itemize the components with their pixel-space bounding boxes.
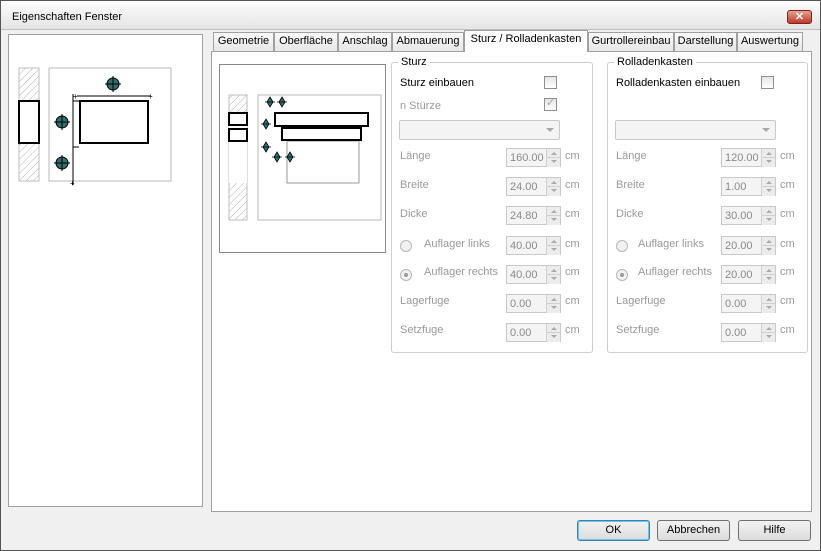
sturz-auflager-rechts-radio[interactable] — [400, 269, 412, 281]
ok-button[interactable]: OK — [577, 520, 650, 541]
rk-lagerfuge-unit: cm — [780, 295, 795, 307]
sturz-section-1 — [228, 112, 248, 126]
sturz-auflager-links-radio[interactable] — [400, 240, 412, 252]
rk-dicke-spinner[interactable]: 30.00 — [721, 206, 776, 225]
rk-auflager-links-label: Auflager links — [638, 238, 705, 250]
rk-auflager-links-spinner[interactable]: 20.00 — [721, 236, 776, 255]
sturz-setzfuge-unit: cm — [565, 324, 580, 336]
rk-breite-spinner[interactable]: 1.00 — [721, 177, 776, 196]
sturz-laenge-spinner[interactable]: 160.00 — [506, 148, 561, 167]
sturz-breite-label: Breite — [400, 179, 429, 191]
cancel-button[interactable]: Abbrechen — [657, 520, 730, 541]
sturz-auflager-links-unit: cm — [565, 238, 580, 250]
tab-geometrie[interactable]: Geometrie — [213, 32, 274, 51]
section-preview-panel — [219, 64, 386, 253]
sturz-breite-spinner[interactable]: 24.00 — [506, 177, 561, 196]
n-sturze-checkbox[interactable] — [544, 96, 557, 111]
n-sturze-label: n Stürze — [400, 100, 441, 112]
sturz-laenge-unit: cm — [565, 150, 580, 162]
rolladenkasten-group-title: Rolladenkasten — [614, 56, 696, 68]
sturz-setzfuge-spinner[interactable]: 0.00 — [506, 323, 561, 342]
svg-text:+: + — [148, 92, 153, 101]
title-bar: Eigenschaften Fenster ✕ — [1, 1, 820, 30]
chevron-down-icon — [762, 128, 770, 132]
rk-breite-unit: cm — [780, 179, 795, 191]
svg-text:+: + — [70, 179, 75, 188]
tab-gurtrollereinbau[interactable]: Gurtrollereinbau — [588, 32, 674, 51]
rk-dicke-unit: cm — [780, 208, 795, 220]
svg-text:+: + — [73, 92, 78, 101]
help-button[interactable]: Hilfe — [738, 520, 811, 541]
rk-setzfuge-label: Setzfuge — [616, 324, 660, 336]
rk-auflager-rechts-spinner[interactable]: 20.00 — [721, 265, 776, 284]
rk-lagerfuge-spinner[interactable]: 0.00 — [721, 294, 776, 313]
sturz-lagerfuge-unit: cm — [565, 295, 580, 307]
sturz-auflager-rechts-spinner[interactable]: 40.00 — [506, 265, 561, 284]
window-preview-drawing: + + + — [18, 67, 172, 188]
sturz-einbauen-label: Sturz einbauen — [400, 77, 474, 89]
rolladenkasten-type-combobox[interactable] — [615, 120, 776, 140]
sturz-laenge-label: Länge — [400, 150, 431, 162]
sturz-setzfuge-label: Setzfuge — [400, 324, 444, 336]
rolladenkasten-einbauen-checkbox[interactable] — [761, 76, 774, 89]
rk-laenge-label: Länge — [616, 150, 647, 162]
sturz-front-1 — [274, 112, 369, 127]
rk-lagerfuge-label: Lagerfuge — [616, 295, 666, 307]
tab-darstellung[interactable]: Darstellung — [674, 32, 737, 51]
sturz-front-2 — [281, 127, 362, 141]
preview-panel: + + + — [8, 34, 203, 507]
sturz-breite-unit: cm — [565, 179, 580, 191]
rk-auflager-rechts-radio[interactable] — [616, 269, 628, 281]
sturz-auflager-rechts-label: Auflager rechts — [424, 266, 498, 278]
sturz-type-combobox[interactable] — [399, 120, 560, 140]
sturz-dicke-label: Dicke — [400, 208, 428, 220]
rk-dicke-label: Dicke — [616, 208, 644, 220]
rk-laenge-spinner[interactable]: 120.00 — [721, 148, 776, 167]
tab-sturz-rolladenkasten[interactable]: Sturz / Rolladenkasten — [464, 30, 588, 52]
chevron-down-icon — [546, 128, 554, 132]
tab-abmauerung[interactable]: Abmauerung — [392, 32, 464, 51]
window-title: Eigenschaften Fenster — [12, 11, 123, 23]
rk-auflager-rechts-unit: cm — [780, 266, 795, 278]
sturz-auflager-links-spinner[interactable]: 40.00 — [506, 236, 561, 255]
tab-anschlag[interactable]: Anschlag — [338, 32, 392, 51]
frame-front — [79, 100, 149, 144]
frame-side — [18, 100, 40, 144]
sturz-dicke-spinner[interactable]: 24.80 — [506, 206, 561, 225]
tab-auswertung[interactable]: Auswertung — [737, 32, 803, 51]
sturz-lagerfuge-label: Lagerfuge — [400, 295, 450, 307]
sturz-lagerfuge-spinner[interactable]: 0.00 — [506, 294, 561, 313]
rk-setzfuge-unit: cm — [780, 324, 795, 336]
sturz-auflager-rechts-unit: cm — [565, 266, 580, 278]
properties-window: Eigenschaften Fenster ✕ + + + Geometrie … — [0, 0, 821, 551]
rk-setzfuge-spinner[interactable]: 0.00 — [721, 323, 776, 342]
sturz-einbauen-checkbox[interactable] — [544, 76, 557, 89]
section-preview-drawing — [228, 94, 382, 221]
rk-auflager-links-unit: cm — [780, 238, 795, 250]
rk-auflager-links-radio[interactable] — [616, 240, 628, 252]
tab-oberflaeche[interactable]: Oberfläche — [274, 32, 338, 51]
sturz-dicke-unit: cm — [565, 208, 580, 220]
rk-breite-label: Breite — [616, 179, 645, 191]
sturz-section-2 — [228, 128, 248, 142]
sturz-group-title: Sturz — [398, 56, 430, 68]
rk-auflager-rechts-label: Auflager rechts — [638, 266, 712, 278]
rolladenkasten-einbauen-label: Rolladenkasten einbauen — [616, 77, 741, 89]
close-button[interactable]: ✕ — [787, 10, 812, 24]
sturz-auflager-links-label: Auflager links — [424, 238, 491, 250]
rk-laenge-unit: cm — [780, 150, 795, 162]
